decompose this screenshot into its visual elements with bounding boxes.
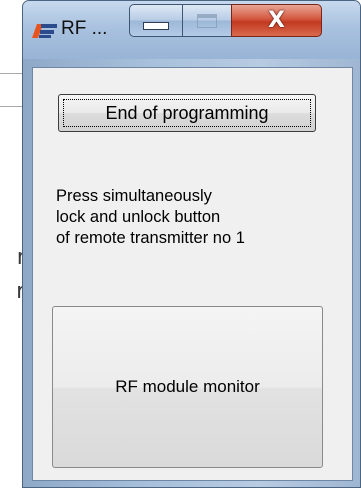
instruction-line: lock and unlock button bbox=[56, 208, 221, 226]
title-bar[interactable]: RF ... X bbox=[23, 1, 360, 59]
maximize-icon bbox=[197, 13, 217, 28]
instruction-text: Press simultaneously lock and unlock but… bbox=[56, 186, 348, 249]
rf-module-monitor-label: RF module monitor bbox=[115, 377, 260, 396]
close-icon: X bbox=[268, 7, 285, 33]
end-of-programming-button[interactable]: End of programming bbox=[58, 94, 316, 132]
end-of-programming-label: End of programming bbox=[105, 102, 269, 123]
window-title: RF ... bbox=[61, 18, 108, 39]
instruction-line: of remote transmitter no 1 bbox=[56, 229, 245, 247]
dialog-client-area: End of programming Press simultaneously … bbox=[32, 67, 353, 481]
minimize-button[interactable] bbox=[129, 4, 183, 37]
rf-dialog-window: RF ... X End of programming Press simult… bbox=[22, 0, 361, 488]
minimize-icon bbox=[143, 21, 169, 30]
close-button[interactable]: X bbox=[231, 4, 322, 37]
rf-module-monitor-button[interactable]: RF module monitor bbox=[52, 306, 323, 468]
maximize-button bbox=[182, 4, 232, 37]
app-logo-icon[interactable] bbox=[32, 21, 58, 41]
instruction-line: Press simultaneously bbox=[56, 187, 212, 205]
